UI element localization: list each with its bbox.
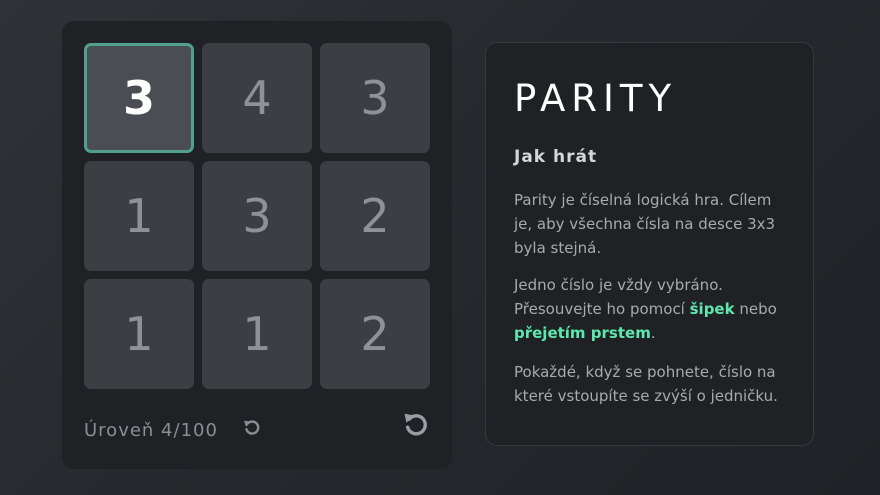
tile-1[interactable]: 3 [84, 43, 194, 153]
tile-8[interactable]: 1 [202, 279, 312, 389]
instructions-goal: Parity je číselná logická hra. Cílem je,… [514, 191, 776, 257]
instructions-rule: Pokaždé, když se pohnete, číslo na které… [514, 363, 778, 405]
how-to-play-heading: Jak hrát [514, 147, 598, 167]
instructions-panel: PARITY Jak hrát Parity je číselná logick… [485, 42, 814, 446]
tile-9[interactable]: 2 [320, 279, 430, 389]
level-indicator: Úroveň 4/100 [84, 420, 218, 441]
undo-icon[interactable] [242, 417, 262, 437]
tile-2[interactable]: 4 [202, 43, 312, 153]
keyword-arrows: šipek [689, 300, 735, 318]
keyword-swipe: přejetím prstem [514, 324, 651, 342]
tile-7[interactable]: 1 [84, 279, 194, 389]
game-board-panel: 3 4 3 1 3 2 1 1 2 Úroveň 4/100 [62, 21, 452, 469]
board-footer: Úroveň 4/100 [84, 413, 430, 446]
game-grid: 3 4 3 1 3 2 1 1 2 [84, 43, 430, 389]
restart-icon[interactable] [402, 410, 430, 438]
tile-4[interactable]: 1 [84, 161, 194, 271]
tile-6[interactable]: 2 [320, 161, 430, 271]
game-title: PARITY [514, 77, 678, 120]
tile-5[interactable]: 3 [202, 161, 312, 271]
controls-text-b: nebo [734, 300, 777, 318]
tile-3[interactable]: 3 [320, 43, 430, 153]
instructions-controls: Jedno číslo je vždy vybráno. Přesouvejte… [514, 273, 794, 345]
controls-text-c: . [650, 324, 656, 342]
